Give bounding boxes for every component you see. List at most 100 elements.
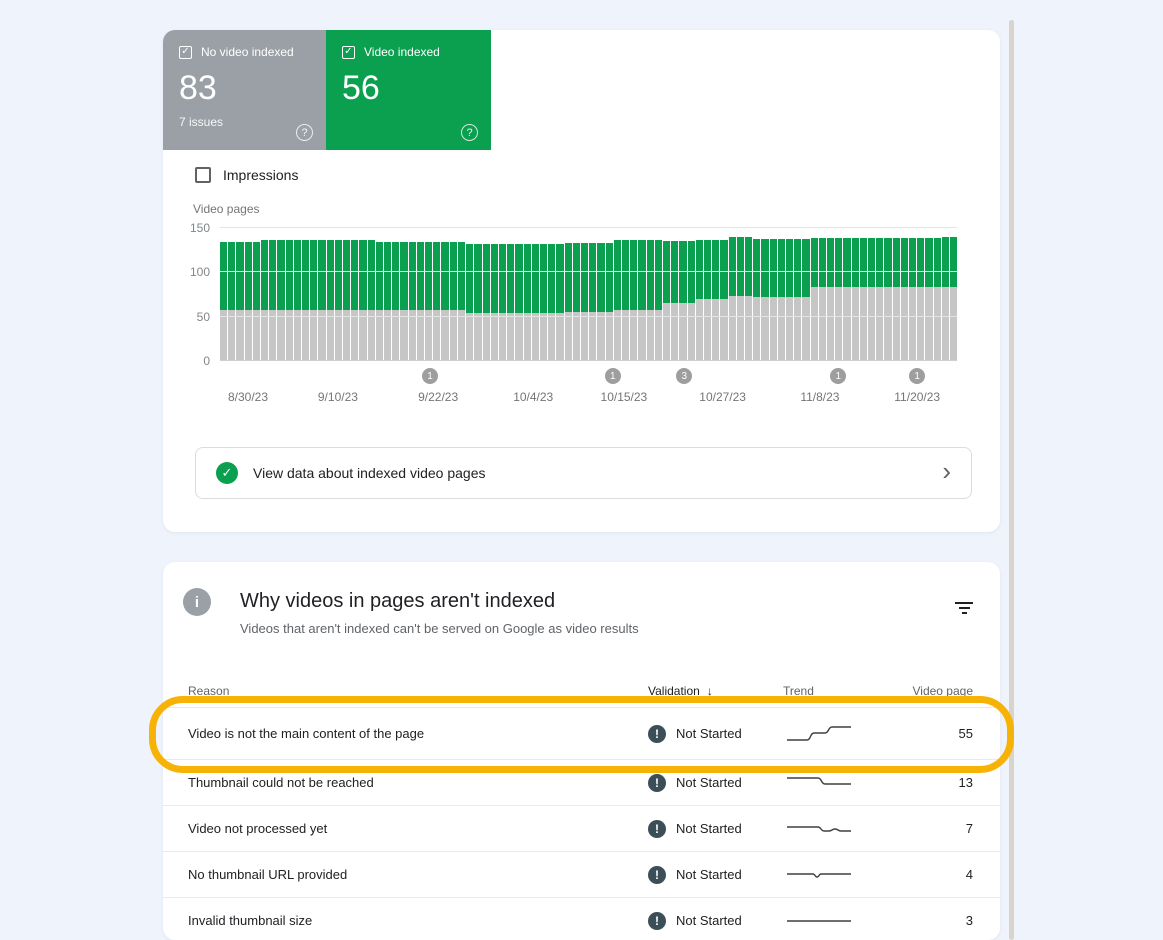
validation-cell: !Not Started: [648, 820, 783, 838]
gridline: [220, 360, 957, 361]
validation-cell: !Not Started: [648, 774, 783, 792]
video-indexed-tile[interactable]: ✓ Video indexed 56 ?: [326, 30, 491, 150]
column-header-trend: Trend: [783, 684, 903, 698]
table-body: Video is not the main content of the pag…: [163, 707, 1000, 940]
stacked-bar: [236, 228, 243, 361]
table-row[interactable]: Thumbnail could not be reached!Not Start…: [163, 759, 1000, 805]
view-data-label: View data about indexed video pages: [253, 465, 485, 481]
chart-marker[interactable]: 1: [909, 368, 925, 384]
tile-label: No video indexed: [201, 45, 294, 59]
stacked-bar: [474, 228, 481, 361]
stacked-bar: [909, 228, 916, 361]
column-header-validation[interactable]: Validation ↓: [648, 684, 783, 698]
video-page-count: 4: [903, 867, 973, 882]
help-icon[interactable]: ?: [296, 124, 313, 141]
stacked-bar: [302, 228, 309, 361]
validation-status: Not Started: [676, 867, 742, 882]
y-axis-tick-label: 0: [166, 354, 210, 368]
stacked-bar: [950, 228, 957, 361]
x-axis-tick-label: 9/22/23: [418, 390, 458, 404]
stacked-bar: [860, 228, 867, 361]
stacked-bar: [441, 228, 448, 361]
stacked-bar: [450, 228, 457, 361]
stacked-bar: [565, 228, 572, 361]
chart-bars: [220, 228, 957, 361]
table-header-row: Reason Validation ↓ Trend Video page: [163, 674, 1000, 707]
stacked-bar: [294, 228, 301, 361]
x-axis-tick-label: 11/20/23: [894, 390, 940, 404]
scrollbar-thumb[interactable]: [1009, 20, 1014, 940]
stacked-bar: [630, 228, 637, 361]
stacked-bar: [376, 228, 383, 361]
table-row[interactable]: No thumbnail URL provided!Not Started4: [163, 851, 1000, 897]
stacked-bar: [942, 228, 949, 361]
chart-marker[interactable]: 1: [830, 368, 846, 384]
stacked-bar: [737, 228, 744, 361]
stacked-bar: [556, 228, 563, 361]
stacked-bar: [261, 228, 268, 361]
reason-cell: Invalid thumbnail size: [188, 913, 648, 928]
stacked-bar: [524, 228, 531, 361]
tile-value: 56: [342, 69, 475, 108]
stacked-bar: [458, 228, 465, 361]
filter-icon[interactable]: [954, 602, 974, 617]
stacked-bar: [655, 228, 662, 361]
stacked-bar: [491, 228, 498, 361]
video-page-count: 7: [903, 821, 973, 836]
stacked-bar: [384, 228, 391, 361]
x-axis-tick-label: 10/15/23: [601, 390, 648, 404]
stacked-bar: [876, 228, 883, 361]
card-title: Why videos in pages aren't indexed: [240, 590, 555, 613]
stacked-bar: [835, 228, 842, 361]
validation-status: Not Started: [676, 913, 742, 928]
table-row[interactable]: Video not processed yet!Not Started7: [163, 805, 1000, 851]
no-video-indexed-tile[interactable]: ✓ No video indexed 83 7 issues ?: [163, 30, 326, 150]
checkbox-unchecked-icon[interactable]: [195, 167, 211, 183]
validation-status: Not Started: [676, 726, 742, 741]
stacked-bar: [589, 228, 596, 361]
stacked-bar: [901, 228, 908, 361]
chevron-right-icon: ›: [942, 471, 951, 475]
stacked-bar: [622, 228, 629, 361]
sort-descending-icon: ↓: [707, 684, 713, 698]
stacked-bar-chart: 050100150: [220, 228, 957, 361]
stacked-bar: [515, 228, 522, 361]
stacked-bar: [827, 228, 834, 361]
trend-sparkline: [783, 772, 903, 794]
stacked-bar: [614, 228, 621, 361]
chart-marker[interactable]: 1: [422, 368, 438, 384]
chart-marker[interactable]: 1: [605, 368, 621, 384]
stacked-bar: [245, 228, 252, 361]
impressions-checkbox[interactable]: Impressions: [195, 167, 298, 183]
y-axis-tick-label: 100: [166, 265, 210, 279]
chart-ylabel: Video pages: [193, 202, 260, 216]
stacked-bar: [507, 228, 514, 361]
chart-marker[interactable]: 3: [676, 368, 692, 384]
stacked-bar: [819, 228, 826, 361]
x-axis-tick-label: 9/10/23: [318, 390, 358, 404]
trend-sparkline: [783, 723, 903, 745]
table-row[interactable]: Invalid thumbnail size!Not Started3: [163, 897, 1000, 940]
tile-label: Video indexed: [364, 45, 440, 59]
validation-status: Not Started: [676, 821, 742, 836]
stacked-bar: [712, 228, 719, 361]
help-icon[interactable]: ?: [461, 124, 478, 141]
stacked-bar: [597, 228, 604, 361]
stacked-bar: [269, 228, 276, 361]
stacked-bar: [811, 228, 818, 361]
stacked-bar: [696, 228, 703, 361]
stacked-bar: [220, 228, 227, 361]
stacked-bar: [417, 228, 424, 361]
stacked-bar: [893, 228, 900, 361]
stacked-bar: [228, 228, 235, 361]
stacked-bar: [532, 228, 539, 361]
x-axis-tick-label: 8/30/23: [228, 390, 268, 404]
x-axis-tick-label: 11/8/23: [800, 390, 839, 404]
validation-status: Not Started: [676, 775, 742, 790]
checkbox-checked-icon[interactable]: ✓: [342, 46, 355, 59]
table-row[interactable]: Video is not the main content of the pag…: [163, 707, 1000, 759]
checkbox-checked-icon[interactable]: ✓: [179, 46, 192, 59]
stacked-bar: [409, 228, 416, 361]
view-data-link[interactable]: ✓ View data about indexed video pages ›: [195, 447, 972, 499]
stacked-bar: [581, 228, 588, 361]
